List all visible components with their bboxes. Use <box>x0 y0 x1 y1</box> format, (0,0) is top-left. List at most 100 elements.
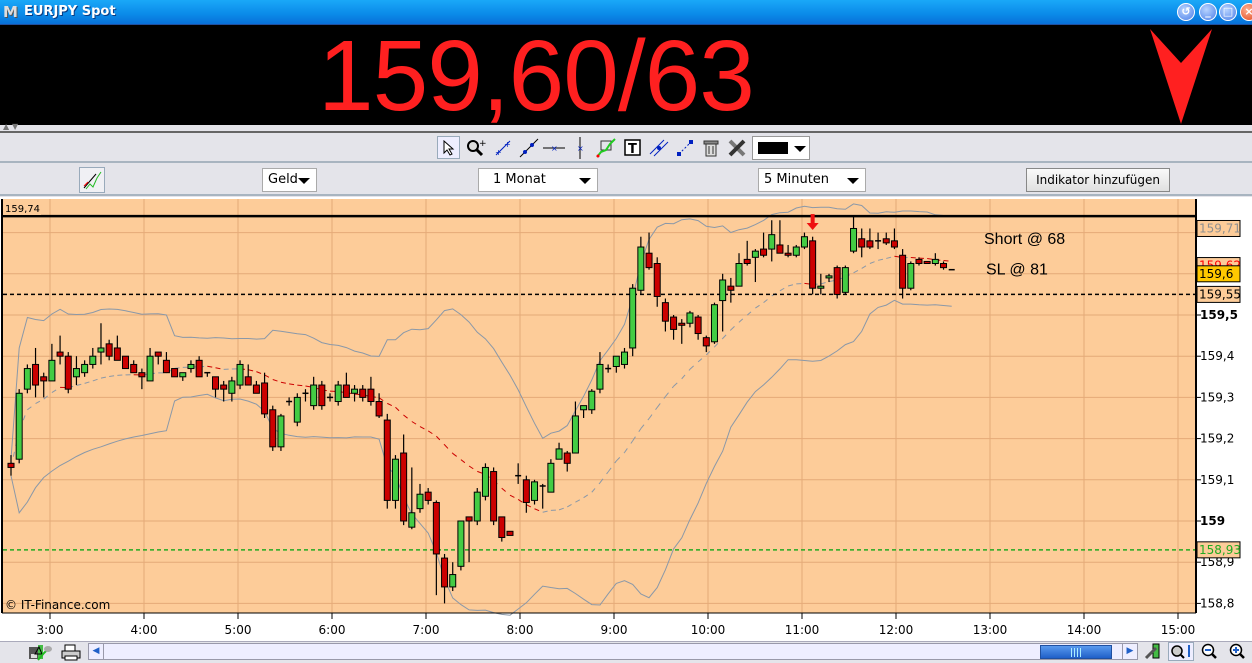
maximize-icon[interactable]: □ <box>1219 3 1237 21</box>
channel-icon[interactable] <box>647 136 670 159</box>
candle-body <box>679 323 685 325</box>
candle-body <box>622 352 628 364</box>
candle-body <box>908 264 914 289</box>
x-tick-label: 9:00 <box>601 623 628 637</box>
candle-body <box>924 261 930 263</box>
autoscale-button[interactable] <box>1168 642 1194 661</box>
chart-settings-icon[interactable] <box>1144 643 1162 660</box>
svg-text:T: T <box>628 142 637 157</box>
print-icon[interactable] <box>61 644 81 661</box>
candle-body <box>671 317 677 329</box>
candle-body <box>834 268 840 295</box>
drawing-toolbar: + ++ × × T <box>0 133 1252 163</box>
scroll-right-button[interactable]: ▶ <box>1122 644 1137 659</box>
candle-body <box>581 406 587 410</box>
svg-text:+: + <box>495 148 502 157</box>
pointer-icon[interactable] <box>437 136 460 159</box>
panel-splitter[interactable]: ▲ ▼ <box>0 125 1252 133</box>
scroll-thumb[interactable] <box>1040 645 1112 659</box>
candle-body <box>57 352 63 356</box>
trash-icon[interactable] <box>699 136 722 159</box>
candle-body <box>33 364 39 385</box>
window-title: EURJPY Spot <box>24 4 116 19</box>
price-chart[interactable]: Short @ 68SL @ 81 158,8158,9159159,1159,… <box>0 197 1252 641</box>
price-type-select[interactable]: Geld <box>262 168 317 192</box>
trendline-icon[interactable] <box>517 136 540 159</box>
tools-icon[interactable] <box>725 136 748 159</box>
candle-body <box>687 313 693 323</box>
price-label: 159,6 <box>1199 267 1233 281</box>
interval-select[interactable]: 5 Minuten <box>758 168 866 192</box>
restore-icon[interactable]: ↺ <box>1177 3 1195 21</box>
line-color-select[interactable] <box>752 136 810 160</box>
x-tick-label: 15:00 <box>1161 623 1196 637</box>
y-tick-label: 159,1 <box>1200 473 1234 487</box>
zoom-icon[interactable]: + <box>464 136 487 159</box>
x-tick-label: 4:00 <box>131 623 158 637</box>
candle-body <box>720 280 726 301</box>
candle-body <box>744 259 750 263</box>
scroll-left-button[interactable]: ◀ <box>89 644 104 659</box>
candle-body <box>474 492 480 521</box>
candle-body <box>163 360 169 372</box>
zoom-in-icon[interactable] <box>1228 643 1248 660</box>
candle-body <box>360 389 366 397</box>
candle-body <box>450 575 456 587</box>
candle-body <box>793 247 799 255</box>
candle-body <box>180 373 186 377</box>
period-select[interactable]: 1 Monat <box>478 168 598 192</box>
x-tick-label: 8:00 <box>507 623 534 637</box>
y-tick-label: 159,3 <box>1200 390 1234 404</box>
chart-annotation: SL @ 81 <box>986 262 1048 279</box>
candle-body <box>564 453 570 463</box>
candle-body <box>442 558 448 587</box>
candle-body <box>556 449 562 459</box>
candle-body <box>384 420 390 500</box>
candle-body <box>188 364 194 368</box>
close-icon[interactable]: × <box>1240 3 1252 21</box>
candle-body <box>319 385 325 406</box>
chart-type-icon[interactable] <box>32 644 54 661</box>
app-logo-icon: M <box>3 4 19 20</box>
candle-body <box>139 373 145 377</box>
extend-line-icon[interactable] <box>673 136 696 159</box>
candle-body <box>630 288 636 348</box>
splitter-down-icon[interactable]: ▼ <box>12 122 18 131</box>
vertical-line-icon[interactable]: × <box>568 136 591 159</box>
y-tick-label: 159,5 <box>1200 308 1238 322</box>
candle-body <box>294 397 300 422</box>
candle-body <box>147 356 153 381</box>
fibonacci-icon[interactable] <box>594 136 617 159</box>
candle-body <box>221 385 227 389</box>
svg-text:+: + <box>479 139 486 149</box>
text-icon[interactable]: T <box>621 136 644 159</box>
scroll-grip <box>1071 648 1083 657</box>
chart-canvas[interactable]: Short @ 68SL @ 81 158,8158,9159159,1159,… <box>0 197 1252 641</box>
candle-body <box>417 494 423 508</box>
zoom-out-icon[interactable] <box>1200 643 1220 660</box>
candle-body <box>867 241 873 247</box>
add-indicator-button[interactable]: Indikator hinzufügen <box>1026 168 1170 192</box>
splitter-up-icon[interactable]: ▲ <box>3 122 9 131</box>
candle-body <box>810 241 816 288</box>
chart-style-button[interactable] <box>79 167 105 193</box>
candle-body <box>8 463 14 467</box>
horizontal-line-icon[interactable]: × <box>542 136 565 159</box>
line-icon[interactable]: ++ <box>491 136 514 159</box>
x-tick-label: 11:00 <box>785 623 820 637</box>
candle-body <box>237 364 243 385</box>
candle-body <box>548 463 554 492</box>
candle-body <box>916 259 922 263</box>
x-tick-label: 6:00 <box>319 623 346 637</box>
price-label: 159,55 <box>1199 287 1241 301</box>
minimize-icon[interactable]: _ <box>1199 3 1217 21</box>
candle-body <box>114 348 120 360</box>
candle-body <box>123 356 129 368</box>
candle-body <box>769 235 775 249</box>
candle-body <box>196 360 202 376</box>
x-tick-label: 10:00 <box>691 623 726 637</box>
color-swatch <box>758 142 788 154</box>
candle-body <box>343 385 349 397</box>
quote-price: 159,60/63 <box>318 31 754 121</box>
chart-scrollbar[interactable]: ◀ ▶ <box>88 643 1138 660</box>
